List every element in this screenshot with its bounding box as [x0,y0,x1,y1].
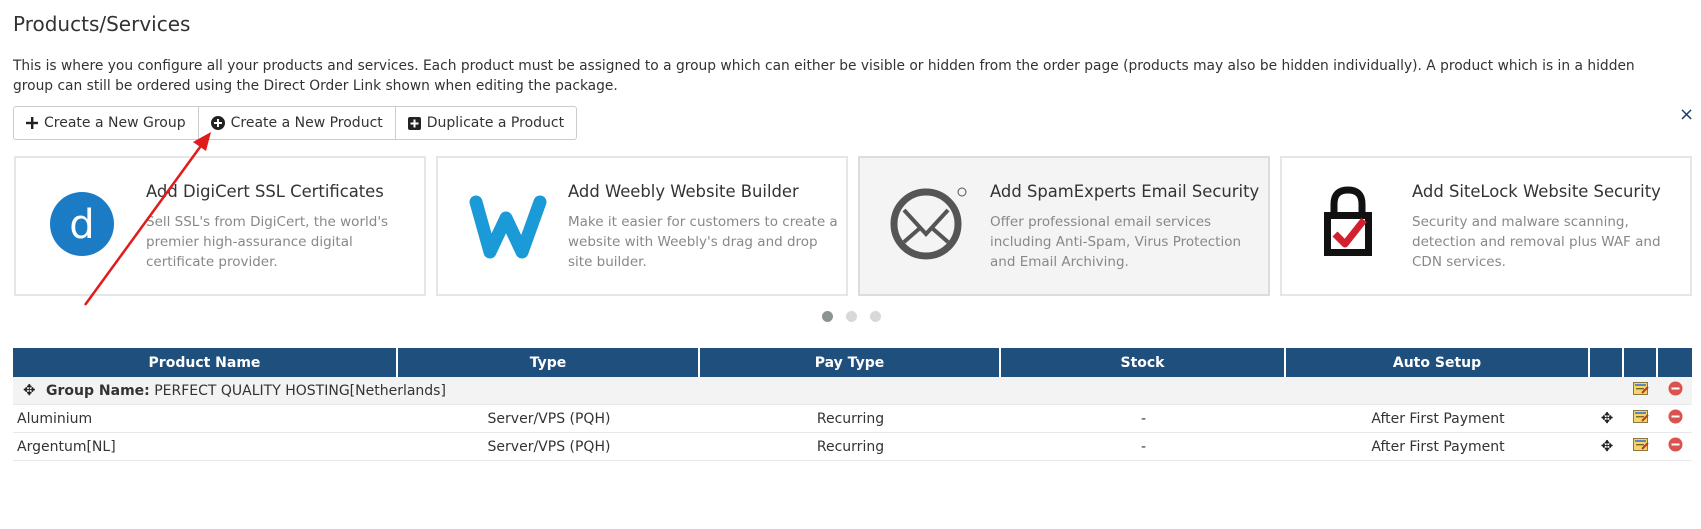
column-header-product-name[interactable]: Product Name [13,348,398,377]
product-stock: - [1001,433,1286,461]
column-header-edit [1624,348,1658,377]
delete-cell [1658,433,1692,461]
sitelock-logo-icon [1312,182,1392,262]
spamexperts-logo-icon [890,182,970,262]
column-header-stock[interactable]: Stock [1001,348,1286,377]
edit-cell [1624,377,1658,405]
duplicate-product-label: Duplicate a Product [426,115,565,131]
column-header-delete [1658,348,1692,377]
duplicate-product-button[interactable]: Duplicate a Product [394,106,578,140]
edit-icon[interactable] [1633,381,1649,396]
carousel-dot[interactable] [822,311,833,322]
product-stock: - [1001,405,1286,433]
column-header-auto-setup[interactable]: Auto Setup [1286,348,1590,377]
product-auto-setup: After First Payment [1286,405,1590,433]
delete-icon[interactable] [1668,409,1683,424]
move-cell: ✥ [1590,405,1624,433]
create-group-label: Create a New Group [44,115,186,131]
edit-icon[interactable] [1633,437,1649,452]
plus-square-icon [407,116,421,130]
digicert-logo-letter: d [69,202,94,248]
promo-description: Make it easier for customers to create a… [568,214,838,270]
delete-cell [1658,377,1692,405]
column-header-type[interactable]: Type [398,348,700,377]
move-icon[interactable]: ✥ [17,382,42,398]
promo-description: Offer professional email services includ… [990,214,1242,270]
promo-digicert[interactable]: d Add DigiCert SSL Certificates Sell SSL… [14,156,426,296]
plus-icon [26,117,38,129]
table-row[interactable]: Aluminium Server/VPS (PQH) Recurring - A… [13,405,1692,433]
product-pay-type: Recurring [700,405,1001,433]
edit-icon[interactable] [1633,409,1649,424]
close-icon[interactable]: × [1679,104,1694,125]
delete-cell [1658,405,1692,433]
carousel-dot[interactable] [846,311,857,322]
product-actions: Create a New Group Create a New Product … [13,106,578,140]
promo-description: Security and malware scanning, detection… [1412,214,1661,270]
column-header-move [1590,348,1624,377]
promo-sitelock[interactable]: Add SiteLock Website Security Security a… [1280,156,1692,296]
edit-cell [1624,405,1658,433]
carousel-indicators [822,311,881,322]
promo-weebly[interactable]: Add Weebly Website Builder Make it easie… [436,156,848,296]
create-product-button[interactable]: Create a New Product [197,106,396,140]
create-product-label: Create a New Product [230,115,383,131]
digicert-logo-icon: d [46,182,126,262]
promo-title: Add SpamExperts Email Security [990,182,1260,201]
product-name[interactable]: Argentum[NL] [13,433,398,461]
group-name-label: Group Name: [46,382,150,399]
promo-title: Add SiteLock Website Security [1412,182,1661,201]
product-type: Server/VPS (PQH) [398,405,700,433]
column-header-pay-type[interactable]: Pay Type [700,348,1001,377]
product-name[interactable]: Aluminium [13,405,398,433]
group-name: PERFECT QUALITY HOSTING[Netherlands] [154,382,446,399]
promo-title: Add DigiCert SSL Certificates [146,182,384,201]
product-type: Server/VPS (PQH) [398,433,700,461]
weebly-logo-icon [468,182,548,262]
group-row: ✥ Group Name: PERFECT QUALITY HOSTING[Ne… [13,377,1692,405]
move-icon[interactable]: ✥ [1601,438,1614,454]
page-intro: This is where you configure all your pro… [13,58,1635,94]
delete-icon[interactable] [1668,437,1683,452]
carousel-dot[interactable] [870,311,881,322]
product-pay-type: Recurring [700,433,1001,461]
create-group-button[interactable]: Create a New Group [13,106,199,140]
edit-cell [1624,433,1658,461]
promo-description: Sell SSL's from DigiCert, the world's pr… [146,214,389,270]
group-cell: ✥ Group Name: PERFECT QUALITY HOSTING[Ne… [13,377,1624,405]
delete-icon[interactable] [1668,381,1683,396]
table-header-row: Product Name Type Pay Type Stock Auto Se… [13,348,1692,377]
move-icon[interactable]: ✥ [1601,410,1614,426]
table-row[interactable]: Argentum[NL] Server/VPS (PQH) Recurring … [13,433,1692,461]
products-table: Product Name Type Pay Type Stock Auto Se… [13,348,1692,461]
product-auto-setup: After First Payment [1286,433,1590,461]
promo-title: Add Weebly Website Builder [568,182,799,201]
plus-circle-icon [210,116,225,130]
promo-spamexperts[interactable]: Add SpamExperts Email Security Offer pro… [858,156,1270,296]
page-title: Products/Services [13,12,191,36]
move-cell: ✥ [1590,433,1624,461]
